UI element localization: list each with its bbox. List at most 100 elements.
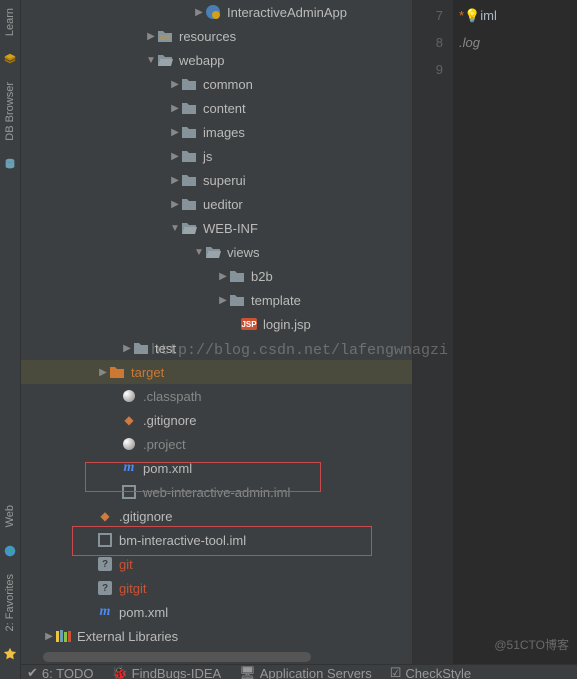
folder-icon	[181, 124, 197, 140]
folder-icon	[229, 268, 245, 284]
folder-open-icon	[181, 220, 197, 236]
tree-label: .project	[143, 437, 186, 452]
folder-icon	[229, 292, 245, 308]
tree-label: test	[155, 341, 176, 356]
tree-label: login.jsp	[263, 317, 311, 332]
tree-label: .classpath	[143, 389, 202, 404]
tree-node[interactable]: ▶ content	[21, 96, 412, 120]
tree-node[interactable]: ◆ .gitignore	[21, 408, 412, 432]
collapse-arrow-icon[interactable]: ▼	[193, 247, 205, 258]
tree-label: superui	[203, 173, 246, 188]
gitignore-icon: ◆	[97, 508, 113, 524]
expand-arrow-icon[interactable]: ▶	[169, 103, 181, 114]
tree-node[interactable]: ▶ b2b	[21, 264, 412, 288]
tree-node[interactable]: ▼ views	[21, 240, 412, 264]
expand-arrow-icon[interactable]: ▶	[121, 343, 133, 354]
findbugs-tool[interactable]: 🐞FindBugs-IDEA	[111, 665, 221, 679]
globe-icon[interactable]	[3, 544, 17, 558]
checkmark-icon: ✔	[27, 665, 38, 679]
tree-node[interactable]: ▶ External Libraries	[21, 624, 412, 648]
tree-label: webapp	[179, 53, 225, 68]
folder-icon	[181, 196, 197, 212]
expand-arrow-icon[interactable]: ▶	[145, 31, 157, 42]
web-tool[interactable]: Web	[4, 501, 16, 531]
checkstyle-tool[interactable]: ☑CheckStyle	[390, 665, 471, 679]
tree-node[interactable]: ▼ webapp	[21, 48, 412, 72]
tree-label: web-interactive-admin.iml	[143, 485, 290, 500]
expand-arrow-icon[interactable]: ▶	[169, 199, 181, 210]
learn-tool[interactable]: Learn	[4, 4, 16, 40]
tree-node[interactable]: ▶ js	[21, 144, 412, 168]
tree-node[interactable]: ? gitgit	[21, 576, 412, 600]
tree-node[interactable]: web-interactive-admin.iml	[21, 480, 412, 504]
tree-node[interactable]: ▶ superui	[21, 168, 412, 192]
expand-arrow-icon[interactable]: ▶	[217, 295, 229, 306]
gitignore-icon: ◆	[121, 412, 137, 428]
server-icon: 🖥	[239, 665, 256, 679]
star-icon[interactable]	[3, 647, 17, 661]
code-editor[interactable]: 7 8 9 *💡iml .log	[412, 0, 577, 664]
tree-node[interactable]: .classpath	[21, 384, 412, 408]
folder-icon	[181, 100, 197, 116]
eclipse-icon	[121, 436, 137, 452]
iml-icon	[97, 532, 113, 548]
tree-node[interactable]: ▼ WEB-INF	[21, 216, 412, 240]
collapse-arrow-icon[interactable]: ▼	[145, 55, 157, 66]
favorites-tool[interactable]: 2: Favorites	[4, 570, 16, 635]
project-tree[interactable]: ▶ InteractiveAdminApp ▶ resources ▼ weba…	[21, 0, 412, 664]
maven-icon: m	[97, 604, 113, 620]
stack-icon[interactable]	[3, 52, 17, 66]
folder-icon	[181, 148, 197, 164]
bug-icon: 🐞	[111, 665, 127, 679]
tree-node[interactable]: .project	[21, 432, 412, 456]
folder-open-icon	[205, 244, 221, 260]
tree-label: WEB-INF	[203, 221, 258, 236]
tree-label: images	[203, 125, 245, 140]
expand-arrow-icon[interactable]: ▶	[217, 271, 229, 282]
expand-arrow-icon[interactable]: ▶	[169, 79, 181, 90]
expand-arrow-icon[interactable]: ▶	[97, 367, 109, 378]
expand-arrow-icon[interactable]: ▶	[169, 175, 181, 186]
tree-label: b2b	[251, 269, 273, 284]
folder-icon	[181, 172, 197, 188]
unknown-file-icon: ?	[97, 580, 113, 596]
tree-node[interactable]: JSP login.jsp	[21, 312, 412, 336]
expand-arrow-icon[interactable]: ▶	[193, 7, 205, 18]
expand-arrow-icon[interactable]: ▶	[169, 151, 181, 162]
eclipse-icon	[121, 388, 137, 404]
folder-icon	[157, 28, 173, 44]
tree-label: pom.xml	[143, 461, 192, 476]
todo-tool[interactable]: ✔6: TODO	[27, 665, 93, 679]
bottom-toolbar: ✔6: TODO 🐞FindBugs-IDEA 🖥Application Ser…	[21, 664, 577, 679]
horizontal-scrollbar[interactable]	[43, 652, 311, 662]
tree-node[interactable]: ◆ .gitignore	[21, 504, 412, 528]
bulb-icon[interactable]: 💡	[464, 8, 480, 23]
collapse-arrow-icon[interactable]: ▼	[169, 223, 181, 234]
expand-arrow-icon[interactable]: ▶	[169, 127, 181, 138]
tree-label: bm-interactive-tool.iml	[119, 533, 246, 548]
tree-node[interactable]: ▶ template	[21, 288, 412, 312]
tree-node[interactable]: ▶ images	[21, 120, 412, 144]
tree-node[interactable]: ▶ InteractiveAdminApp	[21, 0, 412, 24]
tree-label: InteractiveAdminApp	[227, 5, 347, 20]
tree-label: target	[131, 365, 164, 380]
tree-node[interactable]: ▶ common	[21, 72, 412, 96]
expand-arrow-icon[interactable]: ▶	[43, 631, 55, 642]
tree-node[interactable]: ▶ resources	[21, 24, 412, 48]
maven-icon: m	[121, 460, 137, 476]
class-icon	[205, 4, 221, 20]
tree-node[interactable]: ▶ test	[21, 336, 412, 360]
left-tool-rail: Learn DB Browser Web 2: Favorites	[0, 0, 21, 679]
code-area[interactable]: *💡iml .log	[453, 0, 577, 664]
appservers-tool[interactable]: 🖥Application Servers	[239, 665, 372, 679]
tree-node[interactable]: ? git	[21, 552, 412, 576]
tree-node[interactable]: m pom.xml	[21, 600, 412, 624]
database-icon[interactable]	[3, 157, 17, 171]
db-browser-tool[interactable]: DB Browser	[4, 78, 16, 145]
tree-label: .gitignore	[143, 413, 196, 428]
tree-node[interactable]: ▶ ueditor	[21, 192, 412, 216]
tree-node[interactable]: bm-interactive-tool.iml	[21, 528, 412, 552]
folder-icon	[109, 364, 125, 380]
tree-node[interactable]: m pom.xml	[21, 456, 412, 480]
tree-node-selected[interactable]: ▶ target	[21, 360, 412, 384]
